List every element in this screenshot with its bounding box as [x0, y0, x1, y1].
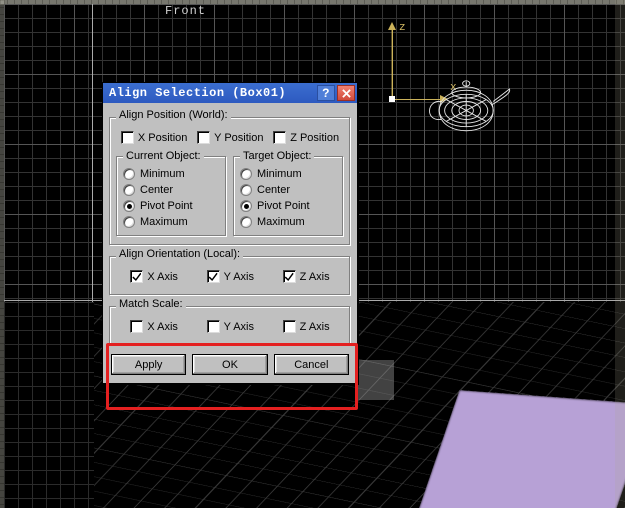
checkbox-label: Y Axis [224, 321, 254, 333]
legend-align-orientation: Align Orientation (Local): [116, 248, 243, 260]
radio-dot-icon [240, 168, 252, 180]
radio-target-minimum[interactable]: Minimum [240, 166, 337, 182]
checkbox-label: Z Axis [300, 321, 330, 333]
checkbox-orientation-y[interactable]: Y Axis [207, 270, 254, 283]
checkbox-x-position[interactable]: X Position [121, 131, 188, 144]
gizmo-arrow-z-icon [388, 22, 396, 30]
radio-label: Pivot Point [140, 200, 193, 212]
help-icon: ? [322, 86, 330, 100]
checkbox-box-icon [121, 131, 134, 144]
group-target-object: Target Object: Minimum Center Pivot Poin… [233, 150, 344, 237]
radio-target-center[interactable]: Center [240, 182, 337, 198]
dialog-title: Align Selection (Box01) [109, 86, 315, 100]
checkbox-box-icon [207, 270, 220, 283]
legend-align-position: Align Position (World): [116, 109, 231, 121]
dialog-button-row: Apply OK Cancel [107, 350, 353, 377]
gizmo-label-z: z [399, 22, 406, 34]
checkbox-y-position[interactable]: Y Position [197, 131, 263, 144]
position-axis-row: X Position Y Position Z Position [116, 129, 344, 148]
align-selection-dialog: Align Selection (Box01) ? Align Position… [102, 82, 358, 384]
radio-current-minimum[interactable]: Minimum [123, 166, 220, 182]
scale-axis-row: X Axis Y Axis Z Axis [116, 318, 344, 337]
ok-button[interactable]: OK [192, 354, 267, 375]
radio-dot-icon [240, 184, 252, 196]
radio-label: Center [257, 184, 290, 196]
checkbox-scale-y[interactable]: Y Axis [207, 320, 254, 333]
checkbox-label: X Axis [147, 321, 178, 333]
orientation-axis-row: X Axis Y Axis Z Axis [116, 268, 344, 287]
legend-match-scale: Match Scale: [116, 298, 186, 310]
radio-dot-icon [123, 168, 135, 180]
apply-button[interactable]: Apply [111, 354, 186, 375]
cancel-button[interactable]: Cancel [274, 354, 349, 375]
titlebar[interactable]: Align Selection (Box01) ? [103, 83, 357, 103]
axis-y [92, 4, 93, 302]
radio-label: Minimum [140, 168, 185, 180]
gizmo-axis-z[interactable] [392, 28, 393, 100]
checkbox-label: X Axis [147, 271, 178, 283]
radio-label: Pivot Point [257, 200, 310, 212]
radio-label: Center [140, 184, 173, 196]
group-align-position: Align Position (World): X Position Y Pos… [109, 111, 351, 246]
image-edge-artifact [615, 0, 625, 508]
panel-edge [358, 360, 394, 400]
checkbox-box-icon [207, 320, 220, 333]
radio-dot-icon [123, 184, 135, 196]
checkbox-box-icon [273, 131, 286, 144]
group-match-scale: Match Scale: X Axis Y Axis Z Axis [109, 300, 351, 346]
object-teapot[interactable] [423, 78, 513, 134]
radio-label: Minimum [257, 168, 302, 180]
viewport-label: Front [165, 4, 206, 18]
radio-target-pivot[interactable]: Pivot Point [240, 198, 337, 214]
radio-dot-icon [123, 216, 135, 228]
checkbox-orientation-x[interactable]: X Axis [130, 270, 178, 283]
close-icon [342, 89, 351, 98]
checkbox-label: Y Axis [224, 271, 254, 283]
dialog-body: Align Position (World): X Position Y Pos… [103, 103, 357, 383]
checkbox-label: Y Position [214, 132, 263, 144]
checkbox-box-icon [130, 270, 143, 283]
checkbox-label: Z Position [290, 132, 339, 144]
radio-label: Maximum [257, 216, 305, 228]
checkbox-z-position[interactable]: Z Position [273, 131, 339, 144]
position-object-columns: Current Object: Minimum Center Pivot Poi… [116, 148, 344, 237]
group-current-object: Current Object: Minimum Center Pivot Poi… [116, 150, 227, 237]
radio-dot-icon [123, 200, 135, 212]
radio-dot-icon [240, 216, 252, 228]
help-button[interactable]: ? [317, 85, 335, 101]
left-grid [4, 302, 94, 508]
radio-current-maximum[interactable]: Maximum [123, 214, 220, 230]
gizmo-origin-icon[interactable] [389, 96, 395, 102]
radio-label: Maximum [140, 216, 188, 228]
checkbox-label: X Position [138, 132, 188, 144]
group-align-orientation: Align Orientation (Local): X Axis Y Axis… [109, 250, 351, 296]
checkbox-label: Z Axis [300, 271, 330, 283]
close-button[interactable] [337, 85, 355, 101]
radio-target-maximum[interactable]: Maximum [240, 214, 337, 230]
checkbox-box-icon [283, 270, 296, 283]
radio-current-center[interactable]: Center [123, 182, 220, 198]
radio-current-pivot[interactable]: Pivot Point [123, 198, 220, 214]
legend-current-object: Current Object: [123, 150, 204, 162]
legend-target-object: Target Object: [240, 150, 314, 162]
checkbox-box-icon [197, 131, 210, 144]
checkbox-box-icon [283, 320, 296, 333]
checkbox-box-icon [130, 320, 143, 333]
checkbox-scale-z[interactable]: Z Axis [283, 320, 330, 333]
checkbox-scale-x[interactable]: X Axis [130, 320, 178, 333]
checkbox-orientation-z[interactable]: Z Axis [283, 270, 330, 283]
radio-dot-icon [240, 200, 252, 212]
